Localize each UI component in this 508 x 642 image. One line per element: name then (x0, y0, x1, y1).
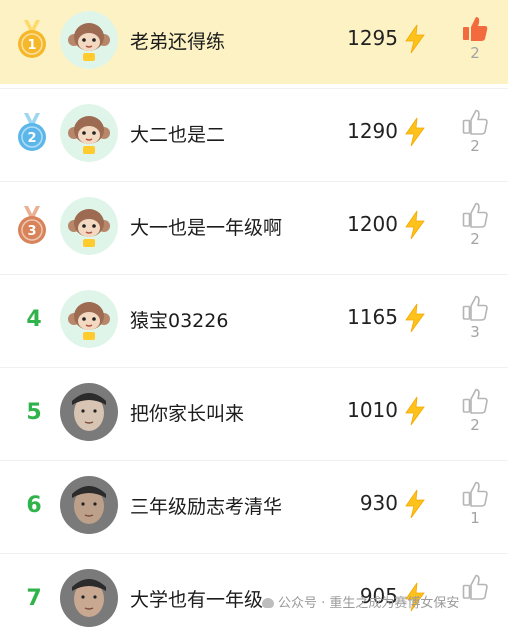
monkey-avatar[interactable] (60, 290, 118, 348)
wechat-icon (262, 598, 274, 608)
svg-text:3: 3 (27, 224, 36, 239)
leaderboard-row[interactable]: 5 把你家长叫来 1010 2 (0, 372, 508, 456)
photo-avatar[interactable] (60, 569, 118, 627)
like-count: 2 (470, 416, 480, 434)
rank-number: 4 (26, 307, 42, 332)
user-name[interactable]: 三年级励志考清华 (130, 492, 282, 519)
lightning-bolt-icon (402, 117, 428, 147)
leaderboard-row[interactable]: 4 猿宝03226 1165 3 (0, 279, 508, 363)
lightning-bolt-icon (402, 396, 428, 426)
monkey-avatar[interactable] (60, 11, 118, 69)
score-value: 1295 (347, 26, 398, 50)
row-divider (0, 367, 508, 368)
watermark: 公众号 · 重生之成为赛博女保安 (262, 592, 459, 611)
leaderboard-row[interactable]: 6 三年级励志考清华 930 1 (0, 465, 508, 549)
score-value: 930 (359, 491, 398, 515)
row-divider (0, 460, 508, 461)
score-value: 1200 (347, 212, 398, 236)
like-count: 2 (470, 230, 480, 248)
row-divider (0, 553, 508, 554)
like-count: 2 (470, 137, 480, 155)
svg-text:2: 2 (27, 131, 36, 146)
user-name[interactable]: 老弟还得练 (130, 27, 225, 54)
like-count: 3 (470, 323, 480, 341)
rank-number: 7 (26, 586, 42, 611)
leaderboard-row[interactable]: 1 老弟还得练 1295 2 (0, 0, 508, 84)
user-name[interactable]: 大二也是二 (130, 120, 225, 147)
gold-medal-icon: 1 (14, 18, 50, 62)
photo-avatar[interactable] (60, 476, 118, 534)
score-value: 1165 (347, 305, 398, 329)
thumbs-up-icon[interactable] (460, 479, 490, 509)
row-divider (0, 181, 508, 182)
monkey-avatar[interactable] (60, 104, 118, 162)
bronze-medal-icon: 3 (14, 204, 50, 248)
thumbs-up-icon[interactable] (460, 14, 490, 44)
monkey-avatar[interactable] (60, 197, 118, 255)
thumbs-up-icon[interactable] (460, 572, 490, 602)
rank-number: 6 (26, 493, 42, 518)
score-value: 1290 (347, 119, 398, 143)
rank-number: 5 (26, 400, 42, 425)
row-divider (0, 274, 508, 275)
leaderboard-row[interactable]: 3 大一也是一年级啊 1200 2 (0, 186, 508, 270)
like-count: 2 (470, 44, 480, 62)
svg-text:1: 1 (27, 38, 36, 53)
user-name[interactable]: 猿宝03226 (130, 306, 228, 333)
lightning-bolt-icon (402, 489, 428, 519)
user-name[interactable]: 把你家长叫来 (130, 399, 244, 426)
lightning-bolt-icon (402, 24, 428, 54)
thumbs-up-icon[interactable] (460, 386, 490, 416)
score-value: 1010 (347, 398, 398, 422)
thumbs-up-icon[interactable] (460, 293, 490, 323)
user-name[interactable]: 大一也是一年级啊 (130, 213, 282, 240)
user-name[interactable]: 大学也有一年级 (130, 585, 263, 612)
lightning-bolt-icon (402, 210, 428, 240)
like-count: 1 (470, 509, 480, 527)
leaderboard-row[interactable]: 2 大二也是二 1290 2 (0, 93, 508, 177)
thumbs-up-icon[interactable] (460, 200, 490, 230)
row-divider (0, 88, 508, 89)
photo-avatar[interactable] (60, 383, 118, 441)
lightning-bolt-icon (402, 303, 428, 333)
thumbs-up-icon[interactable] (460, 107, 490, 137)
silver-medal-icon: 2 (14, 111, 50, 155)
